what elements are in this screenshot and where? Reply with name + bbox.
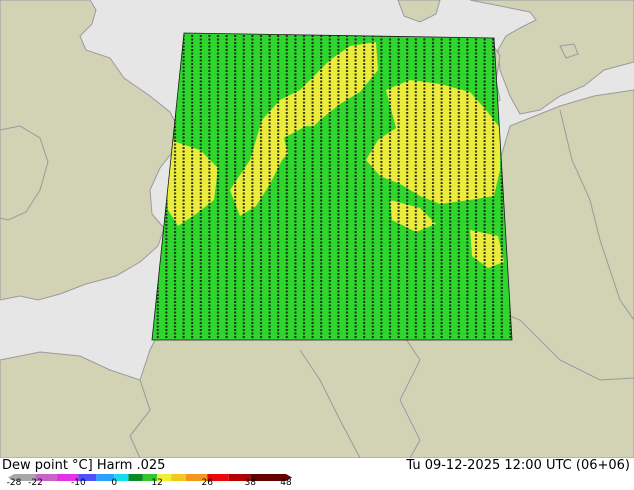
color-scale-tick-label: 48 <box>280 478 292 488</box>
color-scale-tick-label: -10 <box>71 478 86 488</box>
color-scale-tick-label: 12 <box>151 478 163 488</box>
color-scale-tick-label: 26 <box>201 478 213 488</box>
footer-bar: Dew point °C] Harm .025 Tu 09-12-2025 12… <box>0 458 634 490</box>
map-title: Dew point °C] Harm .025 <box>2 458 166 473</box>
color-scale-tick-label: 38 <box>244 478 256 488</box>
map-svg <box>0 0 634 459</box>
color-scale-tick-label: -28 <box>6 478 22 488</box>
color-scale-segment <box>128 474 143 481</box>
color-scale-tick-label: 0 <box>111 478 118 488</box>
valid-time: Tu 09-12-2025 12:00 UTC (06+06) <box>406 458 630 473</box>
dew-point-field <box>152 33 512 340</box>
color-scale-tick-label: -22 <box>28 478 43 488</box>
map-panel <box>0 0 634 459</box>
color-scale-segment <box>171 474 186 481</box>
